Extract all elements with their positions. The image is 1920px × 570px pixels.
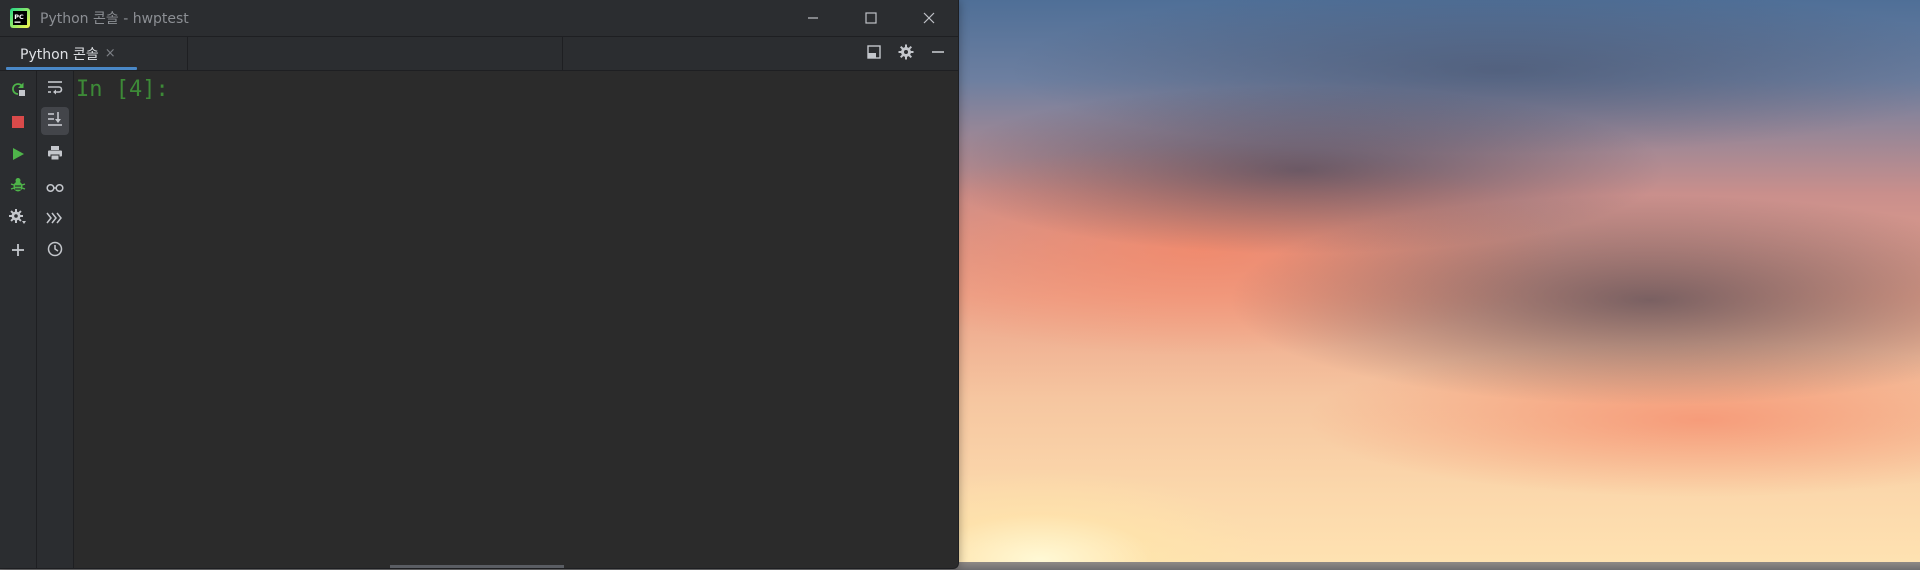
minimize-icon: [807, 9, 819, 28]
execute-queue-icon: [46, 210, 64, 229]
settings-button[interactable]: [890, 37, 922, 70]
tab-close-icon[interactable]: ×: [105, 46, 116, 61]
console-view-toolbar: [37, 71, 74, 568]
tab-bar-spacer: [563, 37, 858, 70]
print-button[interactable]: [41, 141, 69, 169]
soft-wrap-button[interactable]: [41, 75, 69, 103]
rerun-button[interactable]: [4, 77, 32, 105]
desktop-wallpaper: PC Python 콘솔 - hwptest Python 콘솔 × In [4…: [0, 0, 1920, 570]
add-icon: [11, 242, 25, 261]
execute-queue-button[interactable]: [41, 205, 69, 233]
console-actions-toolbar: [0, 71, 37, 568]
stop-icon: [11, 114, 25, 133]
tab-bar-spacer: [188, 37, 563, 70]
soft-wrap-icon: [47, 79, 63, 99]
run-button[interactable]: [4, 141, 32, 169]
debug-icon: [10, 177, 26, 197]
console-output-area[interactable]: In [4]:: [74, 71, 958, 568]
close-button[interactable]: [900, 0, 958, 36]
pycharm-logo-icon: PC: [10, 8, 30, 28]
rerun-icon: [10, 81, 26, 101]
title-bar[interactable]: PC Python 콘솔 - hwptest: [0, 0, 958, 37]
window-title: Python 콘솔 - hwptest: [40, 11, 189, 27]
console-settings-button[interactable]: [4, 205, 32, 233]
scroll-to-end-button[interactable]: [41, 107, 69, 135]
gear-icon: [898, 44, 914, 64]
minimize-button[interactable]: [784, 0, 842, 36]
close-icon: [923, 9, 935, 28]
console-prompt: In [4]:: [76, 77, 169, 102]
settings-icon: [9, 209, 27, 229]
run-icon: [11, 146, 25, 165]
active-tab-indicator: [6, 67, 137, 70]
layout-icon: [866, 44, 882, 64]
debug-button[interactable]: [4, 173, 32, 201]
horizontal-scrollbar[interactable]: [390, 565, 564, 568]
tool-window-tab-bar: Python 콘솔 ×: [0, 37, 958, 71]
tab-label: Python 콘솔: [20, 46, 99, 63]
history-button[interactable]: [41, 237, 69, 265]
hide-button[interactable]: [922, 37, 954, 70]
view-variables-icon: [46, 178, 64, 197]
view-variables-button[interactable]: [41, 173, 69, 201]
stop-button[interactable]: [4, 109, 32, 137]
maximize-button[interactable]: [842, 0, 900, 36]
svg-text:PC: PC: [14, 13, 24, 21]
scroll-to-end-icon: [47, 111, 63, 131]
layout-button[interactable]: [858, 37, 890, 70]
print-icon: [47, 145, 63, 165]
history-icon: [47, 241, 63, 261]
hide-icon: [930, 44, 946, 64]
python-console-window: PC Python 콘솔 - hwptest Python 콘솔 × In [4…: [0, 0, 959, 569]
add-console-button[interactable]: [4, 237, 32, 265]
tab-python-console[interactable]: Python 콘솔 ×: [0, 37, 188, 70]
maximize-icon: [865, 9, 877, 28]
